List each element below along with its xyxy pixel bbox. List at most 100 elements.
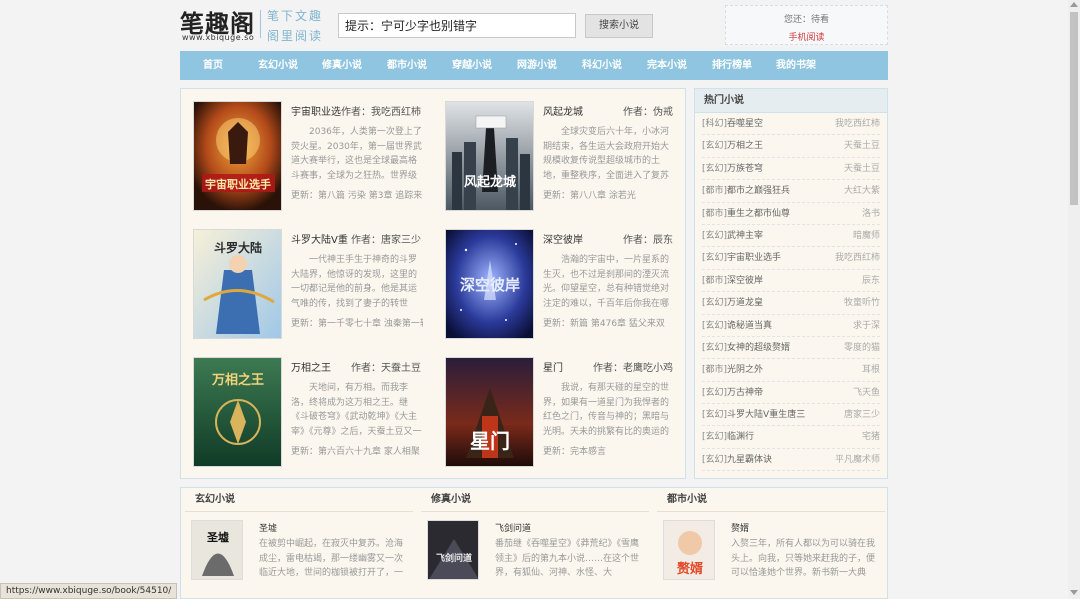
hot-novel-title[interactable]: 万古神帝 — [727, 388, 763, 398]
nav-item-wanben[interactable]: 完本小说 — [634, 51, 700, 80]
book-cover-image[interactable]: 赘婿 — [663, 520, 715, 580]
book-title[interactable]: 斗罗大陆V重 — [291, 231, 348, 246]
nav-item-bookshelf[interactable]: 我的书架 — [764, 51, 828, 80]
hot-novel-item[interactable]: [玄幻]临渊行 宅猪 — [702, 426, 880, 449]
hot-novel-title[interactable]: 斗罗大陆V重生唐三 — [727, 410, 805, 420]
book-latest-update[interactable]: 更新：第八篇 污染 第3章 追踪来 — [291, 188, 423, 201]
hot-novel-item[interactable]: [玄幻]万族苍穹 天蚕土豆 — [702, 158, 880, 181]
hot-novel-category: [玄幻] — [702, 342, 728, 353]
hot-novel-item[interactable]: [都市]深空彼岸 辰东 — [702, 270, 880, 293]
hot-novel-author: 洛书 — [861, 208, 880, 219]
hot-novel-item[interactable]: [科幻]吞噬星空 我吃西红柿 — [702, 113, 880, 136]
search-input[interactable]: 提示：宁可少字也别错字 — [338, 13, 576, 38]
book-title[interactable]: 深空彼岸 — [543, 231, 583, 246]
login-box: 您还：待看 手机阅读 — [725, 5, 888, 45]
book-cover-image[interactable]: 深空彼岸 — [445, 229, 534, 339]
hot-novel-item[interactable]: [玄幻]女神的超级赘婿 零度的猫 — [702, 337, 880, 360]
hot-novel-author: 我吃西红柿 — [834, 253, 880, 264]
page-scrollbar[interactable] — [1068, 0, 1080, 599]
category-section-title[interactable]: 修真小说 — [421, 488, 649, 512]
book-latest-update[interactable]: 更新：第八八章 涂若光 — [543, 188, 675, 201]
book-cover-image[interactable]: 圣墟 — [191, 520, 243, 580]
hot-novel-title[interactable]: 万道龙皇 — [727, 298, 763, 308]
hot-novel-title[interactable]: 宇宙职业选手 — [727, 253, 781, 263]
hot-novel-item[interactable]: [玄幻]万古神帝 飞天鱼 — [702, 382, 880, 405]
hot-novel-item[interactable]: [玄幻]九星霸体诀 平凡魔术师 — [702, 449, 880, 472]
hot-novel-item[interactable]: [玄幻]万道龙皇 牧童听竹 — [702, 292, 880, 315]
category-sections: 玄幻小说 圣墟 圣墟 在被剪中崛起，在寂灭中复苏。沧海成尘，雷电枯竭，那一缕幽雾… — [180, 487, 888, 599]
page: 笔趣阁 www.xbiquge.so 笔下文趣 阁里阅读 提示：宁可少字也别错字… — [0, 0, 1080, 599]
book-title[interactable]: 飞剑问道 — [495, 521, 531, 534]
book-cover-image[interactable]: 飞剑问道 — [427, 520, 479, 580]
hot-novel-item[interactable]: [玄幻]万相之王 天蚕土豆 — [702, 135, 880, 158]
book-cover-image[interactable]: 风起龙城 — [445, 101, 534, 211]
hot-novel-category: [都市] — [702, 365, 728, 376]
book-title[interactable]: 圣墟 — [259, 521, 277, 534]
hot-novel-item[interactable]: [都市]都市之巅强狂兵 大红大紫 — [702, 180, 880, 203]
hot-novel-author: 求于深 — [852, 320, 880, 331]
hot-novel-title[interactable]: 光阴之外 — [727, 365, 763, 375]
hot-novel-title[interactable]: 万族苍穹 — [727, 164, 763, 174]
hot-novel-item[interactable]: [玄幻]诡秘道当真 求于深 — [702, 315, 880, 337]
category-section-title[interactable]: 玄幻小说 — [185, 488, 413, 512]
hot-novel-item[interactable]: [玄幻]宇宙职业选手 我吃西红柿 — [702, 247, 880, 270]
book-title[interactable]: 万相之王 — [291, 359, 331, 374]
hot-novel-author: 飞天鱼 — [852, 387, 880, 398]
book-author: 作者：我吃西红柿 — [341, 107, 421, 118]
book-cover-image[interactable]: 斗罗大陆 — [193, 229, 282, 339]
hot-novel-title[interactable]: 女神的超级赘婿 — [727, 343, 790, 353]
book-description: 2036年，人类第一次登上了荧火星。2030年，第一届世界武道大赛举行，这也是全… — [291, 127, 422, 181]
hot-novel-title[interactable]: 吞噬星空 — [727, 119, 763, 129]
mobile-reading-link[interactable]: 手机阅读 — [726, 30, 887, 43]
book-latest-update[interactable]: 更新：第一千零七十章 浊秦第一轮 — [291, 316, 423, 329]
login-text[interactable]: 您还：待看 — [726, 12, 887, 25]
book-latest-update[interactable]: 更新：第六百六十九章 家人相聚 — [291, 444, 423, 457]
site-header: 笔趣阁 www.xbiquge.so 笔下文趣 阁里阅读 提示：宁可少字也别错字… — [180, 0, 888, 50]
book-title[interactable]: 星门 — [543, 359, 563, 374]
cover-title-text: 赘婿 — [676, 561, 704, 577]
nav-item-kehuan[interactable]: 科幻小说 — [570, 51, 634, 80]
hot-novel-item[interactable]: [玄幻]武神主宰 暗魔师 — [702, 225, 880, 248]
scroll-up-arrow-icon[interactable] — [1070, 2, 1078, 7]
hot-novel-title[interactable]: 万相之王 — [727, 141, 763, 151]
hot-novels-panel: 热门小说 [科幻]吞噬星空 我吃西红柿 [玄幻]万相之王 天蚕土豆 [玄幻]万族苍穹 天蚕… — [694, 88, 888, 479]
nav-item-home[interactable]: 首页 — [180, 51, 246, 80]
hot-novel-item[interactable]: [都市]重生之都市仙尊 洛书 — [702, 203, 880, 225]
book-title[interactable]: 风起龙城 — [543, 103, 583, 118]
scroll-down-arrow-icon[interactable] — [1070, 590, 1078, 595]
hot-novel-item[interactable]: [玄幻]斗罗大陆V重生唐三 唐家三少 — [702, 404, 880, 427]
nav-item-ranking[interactable]: 排行榜单 — [700, 51, 764, 80]
book-title[interactable]: 赘婿 — [731, 521, 749, 534]
hot-novel-author: 耳根 — [861, 365, 880, 376]
scrollbar-thumb[interactable] — [1070, 12, 1078, 205]
nav-item-dushi[interactable]: 都市小说 — [374, 51, 440, 80]
book-title[interactable]: 宇宙职业选 — [291, 103, 341, 118]
book-cover-image[interactable]: 万相之王 — [193, 357, 282, 467]
book-cover-image[interactable]: 星门 — [445, 357, 534, 467]
hot-novel-title[interactable]: 重生之都市仙尊 — [727, 209, 790, 219]
book-description: 天地间，有万相。而我李洛，终将成为这万相之王。继《斗破苍穹》《武动乾坤》《大主宰… — [291, 383, 422, 437]
main-nav: 首页 玄幻小说 修真小说 都市小说 穿越小说 网游小说 科幻小说 完本小说 排行… — [180, 51, 888, 80]
hot-novel-title[interactable]: 都市之巅强狂兵 — [727, 186, 790, 196]
nav-item-xiuzhen[interactable]: 修真小说 — [310, 51, 374, 80]
category-section-title[interactable]: 都市小说 — [657, 488, 885, 512]
book-latest-update[interactable]: 更新：完本感言 — [543, 444, 675, 457]
hot-novel-title[interactable]: 九星霸体诀 — [727, 455, 772, 465]
hot-novel-author: 暗魔师 — [852, 230, 880, 241]
hot-novel-title[interactable]: 诡秘道当真 — [727, 321, 772, 331]
nav-item-chuanyue[interactable]: 穿越小说 — [440, 51, 504, 80]
hot-novel-title[interactable]: 临渊行 — [727, 432, 754, 442]
hot-novel-title[interactable]: 武神主宰 — [727, 231, 763, 241]
search-button[interactable]: 搜索小说 — [585, 14, 653, 38]
hot-novel-title[interactable]: 深空彼岸 — [727, 276, 763, 286]
cover-title-text: 飞剑问道 — [436, 552, 472, 564]
nav-item-xuanhuan[interactable]: 玄幻小说 — [246, 51, 310, 80]
hot-novel-item[interactable]: [都市]光阴之外 耳根 — [702, 359, 880, 382]
nav-item-wangyou[interactable]: 网游小说 — [504, 51, 570, 80]
cover-title-text: 风起龙城 — [464, 174, 516, 190]
book-author: 作者：伪戒 — [623, 107, 673, 118]
book-cover-image[interactable]: 宇宙职业选手 — [193, 101, 282, 211]
hot-novel-category: [都市] — [702, 208, 728, 219]
book-latest-update[interactable]: 更新：新篇 第476章 猛父来双 — [543, 316, 675, 329]
category-section: 修真小说 飞剑问道 飞剑问道 番茄继《吞噬星空》《莽荒纪》《雪鹰领主》后的第九本… — [417, 488, 653, 598]
